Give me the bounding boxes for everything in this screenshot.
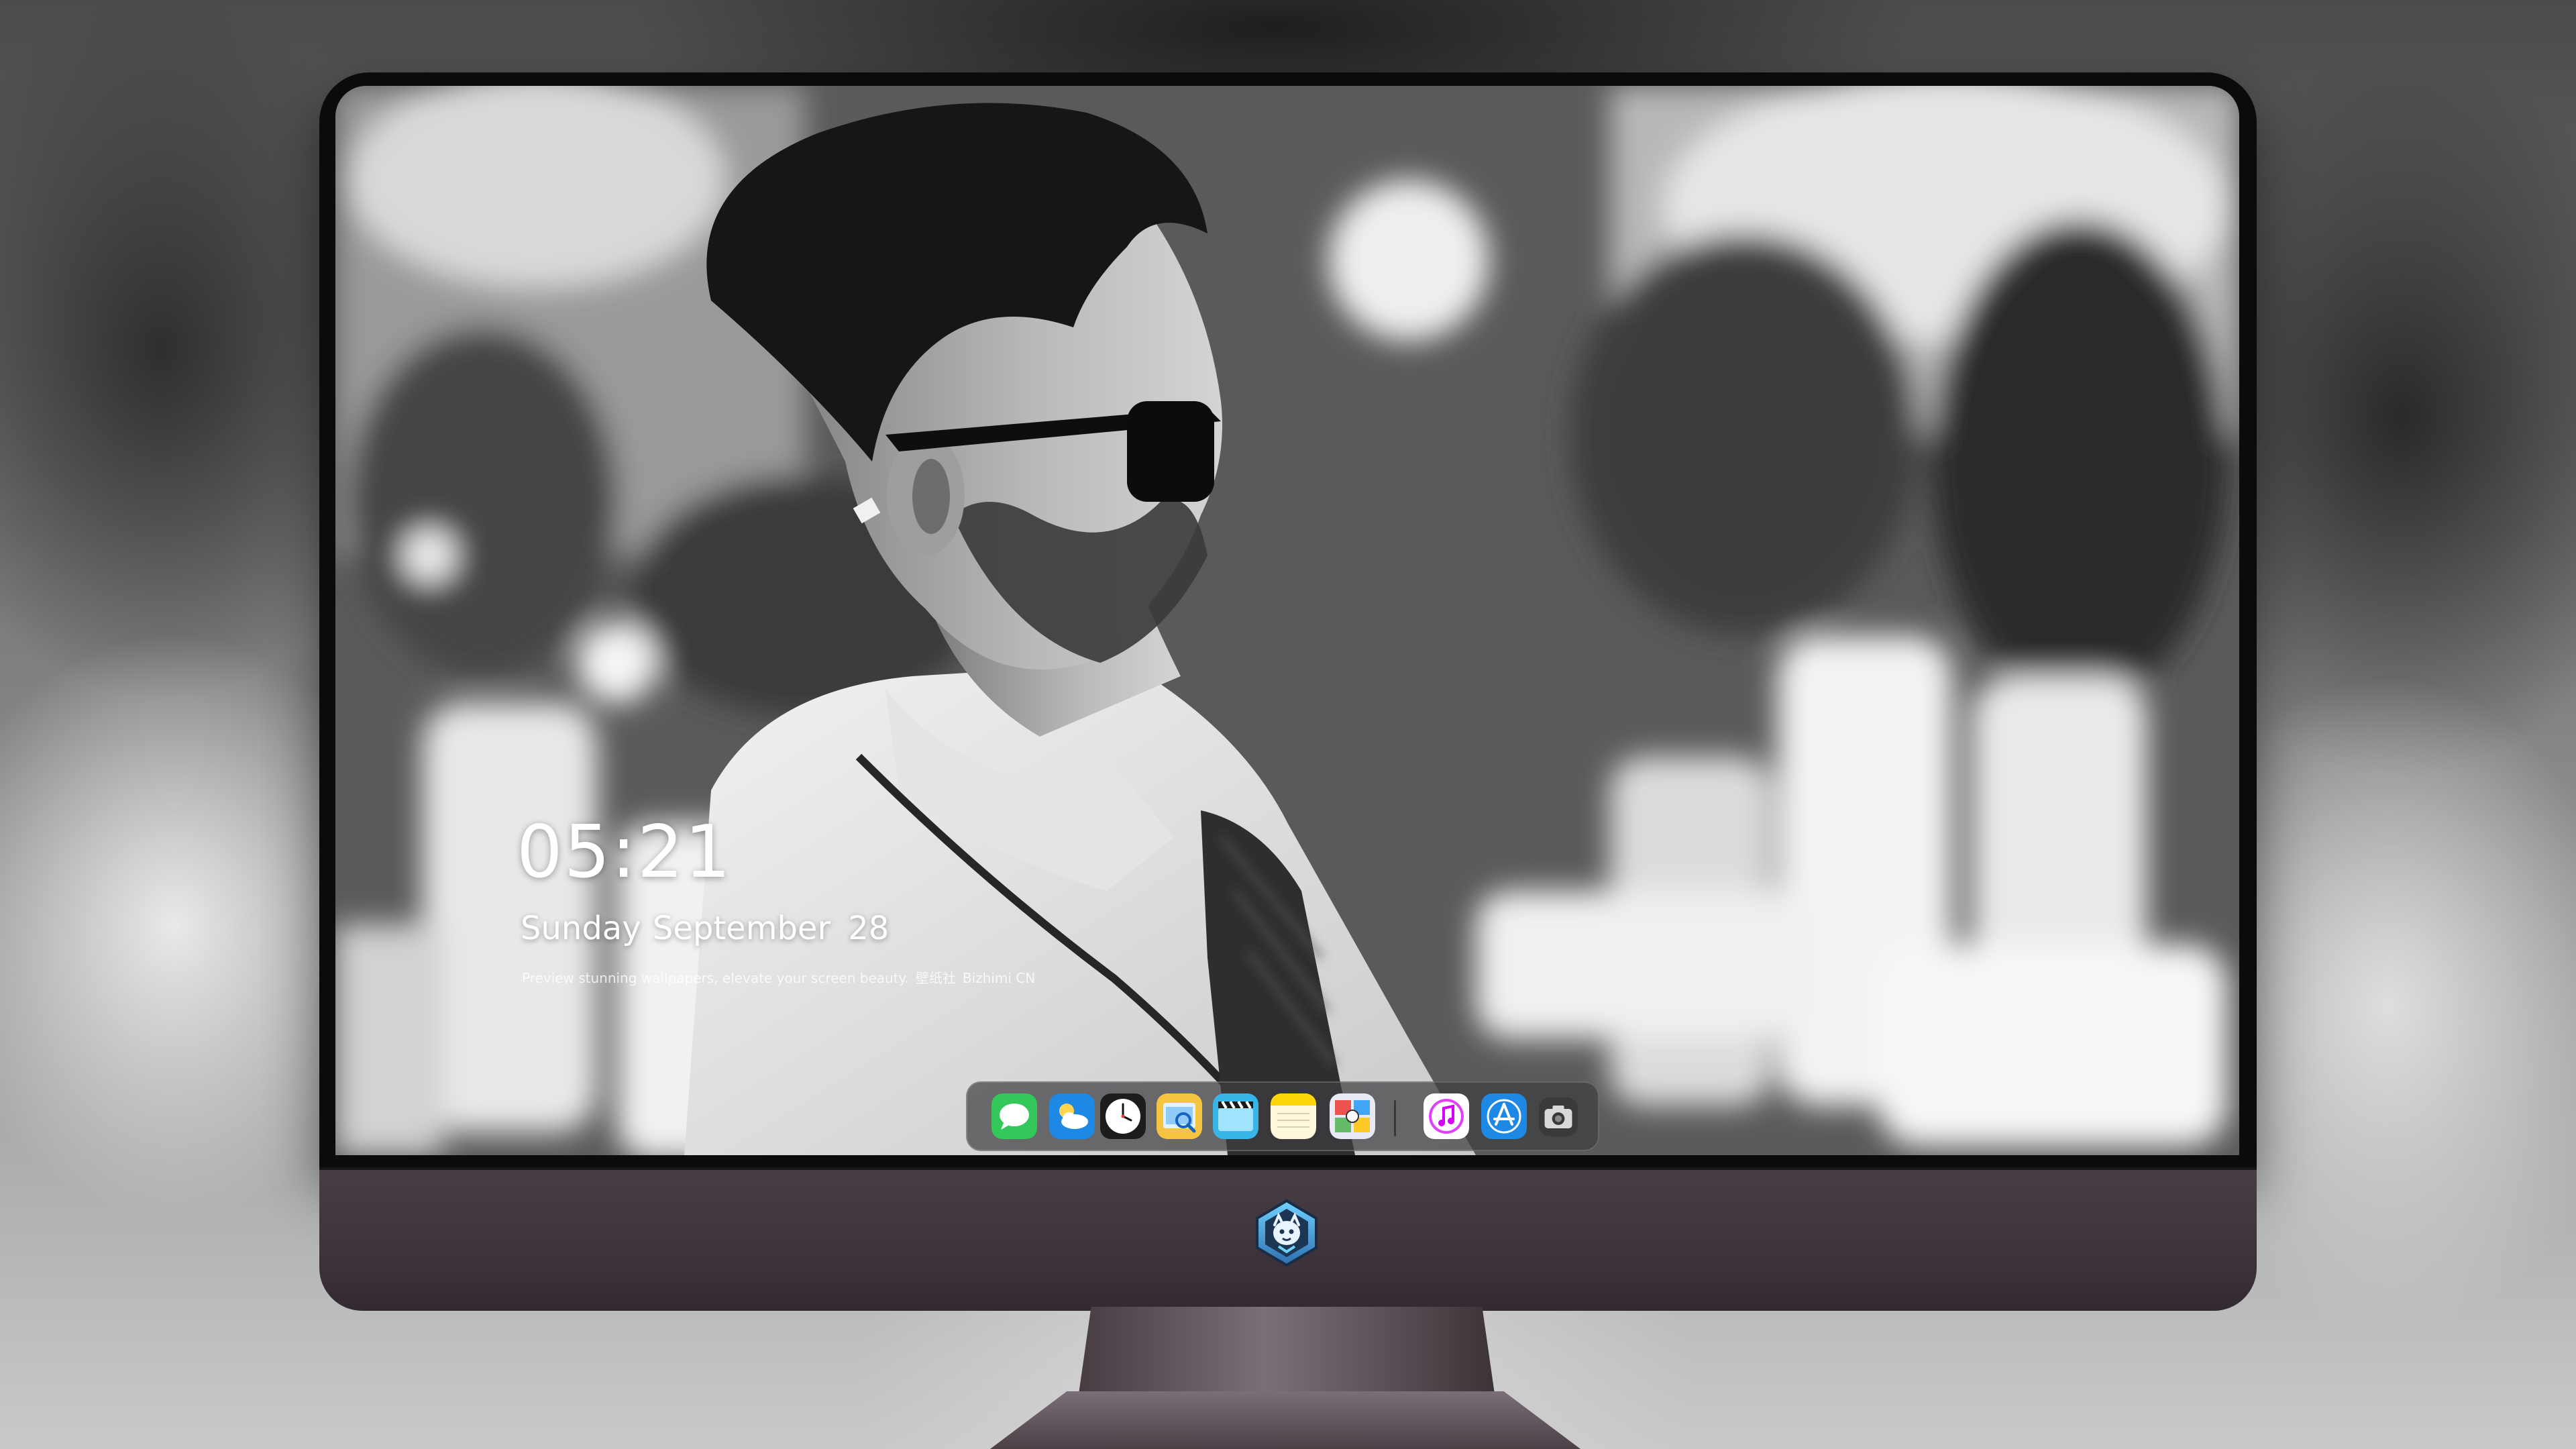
app-store-icon[interactable] bbox=[1481, 1093, 1527, 1139]
weather-icon[interactable] bbox=[1049, 1093, 1095, 1139]
itunes-icon[interactable] bbox=[1424, 1093, 1469, 1139]
tagline-text: Preview stunning wallpapers, elevate you… bbox=[522, 970, 909, 986]
clock-icon[interactable] bbox=[1100, 1093, 1146, 1139]
dragon-logo-icon bbox=[1256, 1199, 1318, 1267]
lockscreen-date: Sunday September 28 bbox=[521, 910, 889, 947]
tagline-cn: 壁纸社 bbox=[915, 970, 956, 986]
notes-icon[interactable] bbox=[1271, 1093, 1316, 1139]
dock bbox=[966, 1081, 1599, 1151]
date-weekday: Sunday bbox=[521, 910, 641, 947]
screenshot-icon[interactable] bbox=[1539, 1097, 1578, 1136]
lockscreen-tagline: Preview stunning wallpapers, elevate you… bbox=[522, 967, 1042, 987]
dock-divider bbox=[1394, 1100, 1396, 1136]
tagline-site: Bizhimi CN bbox=[962, 970, 1036, 986]
date-month: September bbox=[652, 910, 831, 947]
lockscreen-time: 05:21 bbox=[517, 810, 733, 894]
monitor-stand-neck bbox=[1079, 1307, 1495, 1394]
messages-icon[interactable] bbox=[991, 1093, 1037, 1139]
monitor-screen: 05:21 Sunday September 28 Preview stunnin… bbox=[335, 86, 2239, 1155]
photo-booth-icon[interactable] bbox=[1330, 1093, 1375, 1139]
date-day: 28 bbox=[848, 910, 890, 947]
monitor-stand-foot bbox=[990, 1391, 1580, 1449]
wallpaper-photo bbox=[335, 86, 2239, 1155]
preview-icon[interactable] bbox=[1157, 1093, 1202, 1139]
video-editor-icon[interactable] bbox=[1213, 1093, 1258, 1139]
